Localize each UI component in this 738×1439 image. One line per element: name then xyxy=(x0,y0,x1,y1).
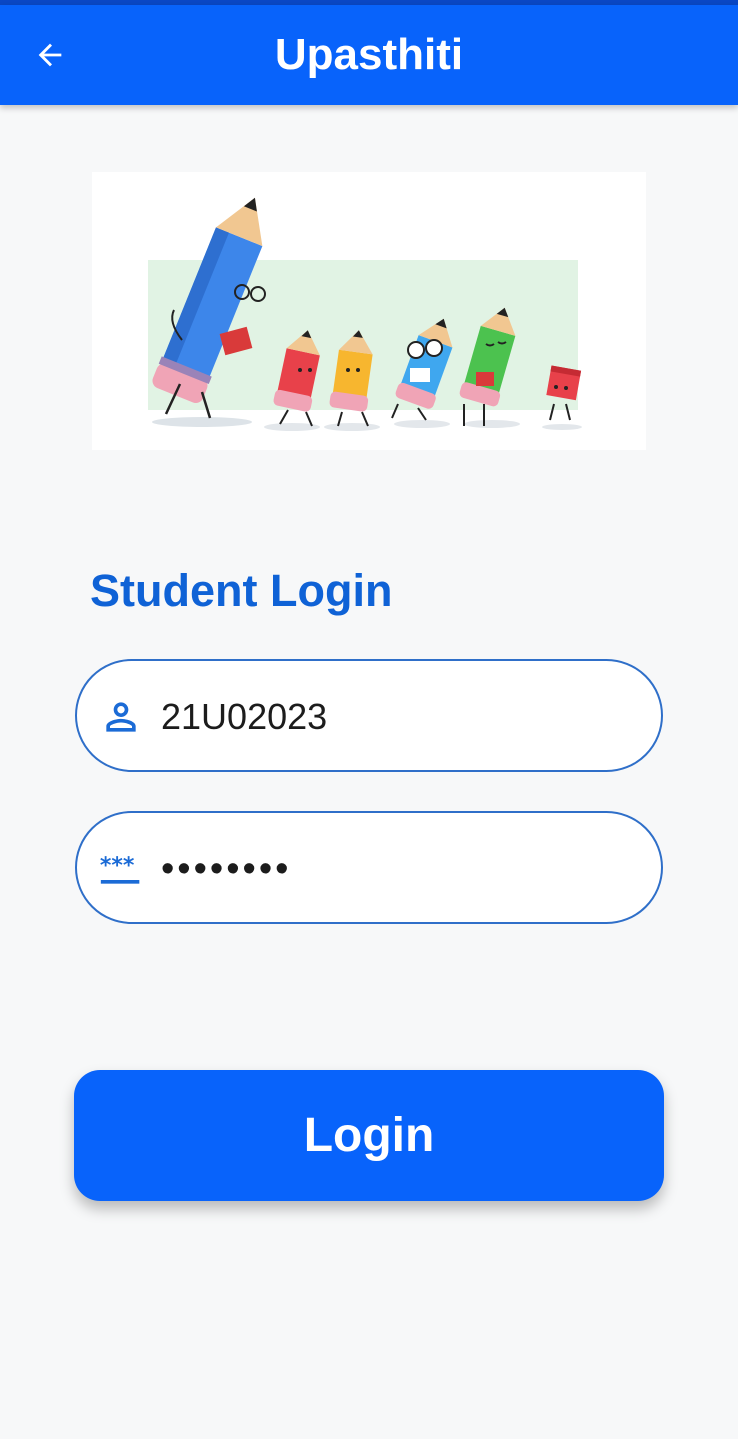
login-button[interactable]: Login xyxy=(74,1070,664,1201)
person-icon xyxy=(106,702,136,732)
app-bar: Upasthiti xyxy=(0,5,738,105)
svg-text:***: *** xyxy=(100,854,135,879)
password-input[interactable] xyxy=(161,835,631,903)
hero-illustration xyxy=(92,172,646,450)
password-field[interactable]: *** xyxy=(75,811,663,924)
username-input[interactable] xyxy=(161,683,631,751)
username-field[interactable] xyxy=(75,659,663,772)
pencils-illustration xyxy=(148,197,582,431)
app-title: Upasthiti xyxy=(274,30,464,79)
login-heading: Student Login xyxy=(90,565,393,616)
password-icon: *** xyxy=(100,854,140,884)
